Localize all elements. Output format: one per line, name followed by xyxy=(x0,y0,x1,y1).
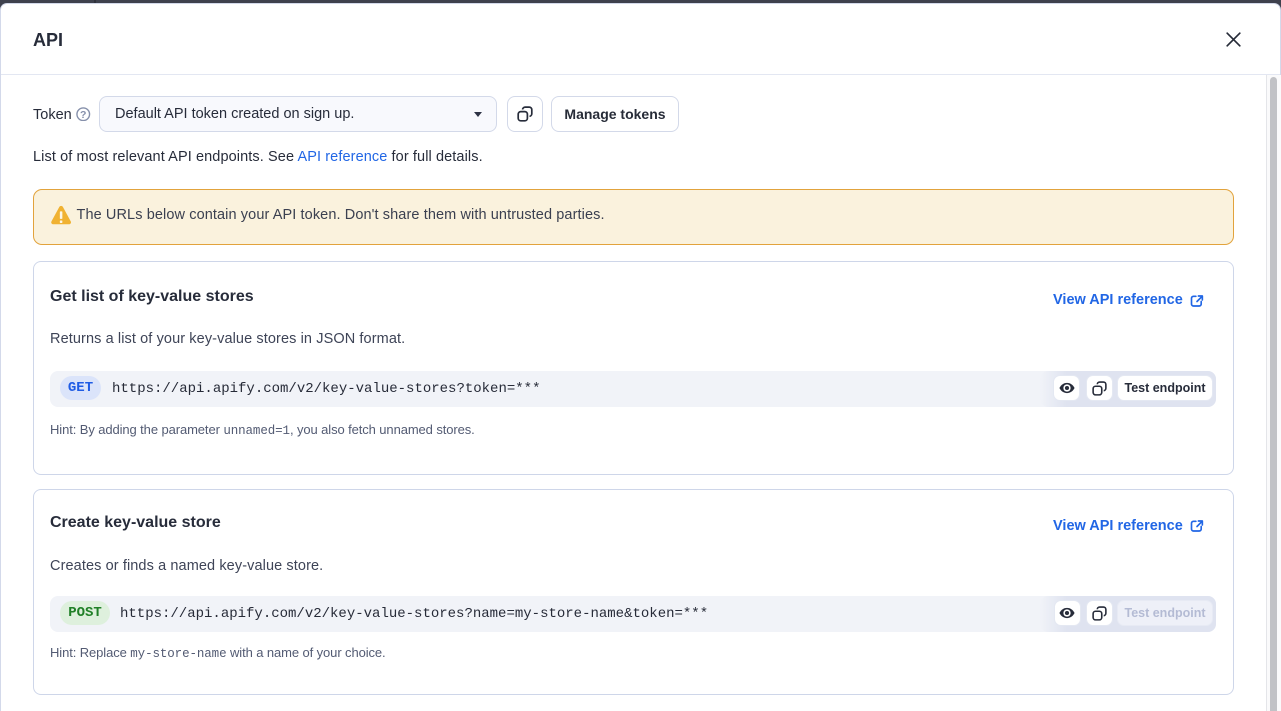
svg-text:?: ? xyxy=(80,109,86,121)
